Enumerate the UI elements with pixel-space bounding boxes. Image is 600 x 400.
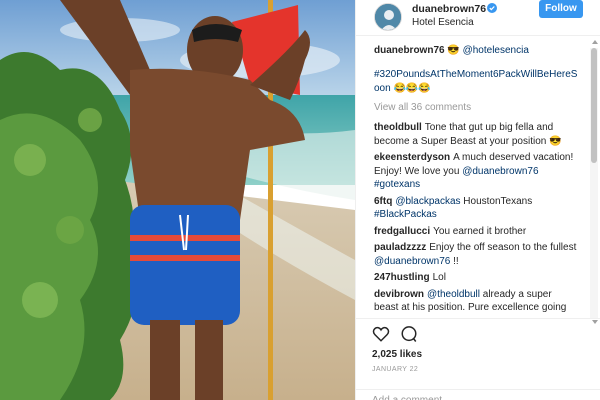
caption-username[interactable]: duanebrown76	[374, 45, 445, 56]
caption-mention[interactable]: @hotelesencia	[463, 45, 529, 56]
comment-item: ekeensterdyson A much deserved vacation! …	[374, 151, 578, 192]
post-header: duanebrown76 Hotel Esencia Follow	[356, 0, 600, 36]
add-comment-input[interactable]: Add a comment...	[356, 389, 600, 400]
caption-hashtag[interactable]: #320PoundsAtTheMoment6PackWillBeHereSoon…	[374, 68, 578, 96]
comment-hashtag[interactable]: #BlackPackas	[374, 209, 437, 220]
comment-username[interactable]: 6ftq	[374, 196, 392, 207]
heart-icon[interactable]	[372, 325, 390, 343]
comment-username[interactable]: fredgallucci	[374, 226, 430, 237]
comment-item: pauladzzzz Enjoy the off season to the fu…	[374, 241, 578, 268]
post-details-panel: duanebrown76 Hotel Esencia Follow duaneb…	[355, 0, 600, 400]
comment-bubble-icon[interactable]	[400, 325, 418, 343]
comment-username[interactable]: theoldbull	[374, 122, 422, 133]
post-photo[interactable]	[0, 0, 355, 400]
caption-emoji: 😎	[447, 45, 460, 56]
post-location[interactable]: Hotel Esencia	[412, 17, 474, 28]
comment-mention[interactable]: @theoldbull	[427, 289, 480, 300]
comment-item: devibrown @theoldbull already a super bea…	[374, 288, 578, 315]
post-date: JANUARY 22	[372, 366, 419, 373]
scroll-up-arrow-icon[interactable]	[592, 40, 598, 44]
comment-username[interactable]: devibrown	[374, 289, 424, 300]
comment-text: Lol	[432, 272, 446, 283]
follow-button[interactable]: Follow	[539, 0, 583, 18]
comments-list[interactable]: duanebrown76 😎 @hotelesencia #320PoundsA…	[356, 36, 588, 316]
avatar[interactable]	[374, 3, 402, 31]
comment-mention[interactable]: @duanebrown76	[374, 256, 450, 267]
post-actions: 2,025 likes JANUARY 22 Add a comment...	[356, 318, 600, 400]
comment-username[interactable]: pauladzzzz	[374, 242, 426, 253]
comment-text-tail: !!	[450, 255, 459, 267]
likes-count[interactable]: 2,025 likes	[372, 349, 422, 360]
comment-text: Enjoy the off season to the fullest	[429, 242, 577, 253]
comment-username[interactable]: 247hustling	[374, 272, 430, 283]
comment-item: theoldbull Tone that gut up big fella and…	[374, 121, 578, 148]
comment-text: HoustonTexans	[460, 195, 533, 207]
scrollbar-thumb[interactable]	[591, 48, 597, 163]
post-caption: duanebrown76 😎 @hotelesencia	[374, 44, 578, 58]
comment-username[interactable]: ekeensterdyson	[374, 152, 450, 163]
verified-badge-icon	[487, 3, 497, 13]
comment-mention[interactable]: @blackpackas	[395, 196, 460, 207]
view-all-comments-link[interactable]: View all 36 comments	[374, 102, 578, 113]
comment-text: You earned it brother	[433, 225, 527, 237]
comment-item: 6ftq @blackpackas HoustonTexans #BlackPac…	[374, 195, 578, 222]
comment-item: fredgallucci You earned it brother	[374, 225, 578, 239]
post-username[interactable]: duanebrown76	[412, 3, 486, 15]
comment-item: 247hustling Lol	[374, 271, 578, 285]
comments-scrollbar[interactable]	[590, 48, 598, 318]
